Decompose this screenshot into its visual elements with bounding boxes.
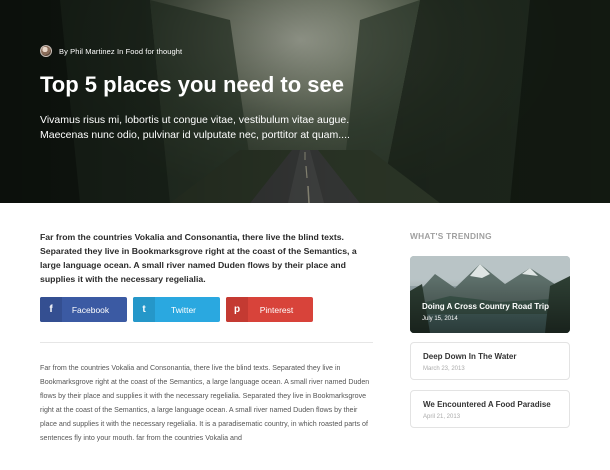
trending-item-date: March 23, 2013 — [423, 366, 465, 372]
trending-featured-title: Doing A Cross Country Road Trip — [422, 302, 549, 311]
facebook-icon: f — [40, 297, 62, 322]
hero-banner: By Phil Martinez In Food for thought Top… — [0, 0, 610, 203]
hero-subtitle: Vivamus risus mi, lobortis ut congue vit… — [40, 114, 350, 142]
byline: By Phil Martinez In Food for thought — [40, 44, 182, 58]
trending-item-title: We Encountered A Food Paradise — [423, 400, 551, 409]
trending-featured-date: July 15, 2014 — [422, 316, 458, 322]
trending-item-title: Deep Down In The Water — [423, 352, 517, 361]
twitter-icon: t — [133, 297, 155, 322]
trending-item[interactable]: Deep Down In The Water March 23, 2013 — [410, 342, 570, 380]
article-body: Far from the countries Vokalia and Conso… — [40, 364, 370, 442]
trending-heading: WHAT'S TRENDING — [410, 231, 492, 241]
facebook-share-button[interactable]: f Facebook — [40, 297, 127, 322]
pinterest-share-button[interactable]: p Pinterest — [226, 297, 313, 322]
twitter-label: Twitter — [170, 304, 197, 315]
twitter-share-button[interactable]: t Twitter — [133, 297, 220, 322]
divider — [40, 342, 373, 343]
intro-paragraph: Far from the countries Vokalia and Conso… — [40, 232, 357, 284]
trending-featured-card[interactable]: Doing A Cross Country Road Trip July 15,… — [410, 256, 570, 333]
hero-overlay — [0, 0, 610, 203]
author-avatar[interactable] — [40, 45, 52, 57]
facebook-label: Facebook — [71, 304, 110, 315]
pinterest-icon: p — [226, 297, 248, 322]
share-buttons: f Facebook t Twitter p Pinterest — [40, 297, 313, 322]
trending-item-date: April 21, 2013 — [423, 414, 461, 420]
trending-item[interactable]: We Encountered A Food Paradise April 21,… — [410, 390, 570, 428]
pinterest-label: Pinterest — [259, 304, 294, 315]
byline-text[interactable]: By Phil Martinez In Food for thought — [59, 47, 182, 56]
page-title: Top 5 places you need to see — [40, 72, 345, 97]
